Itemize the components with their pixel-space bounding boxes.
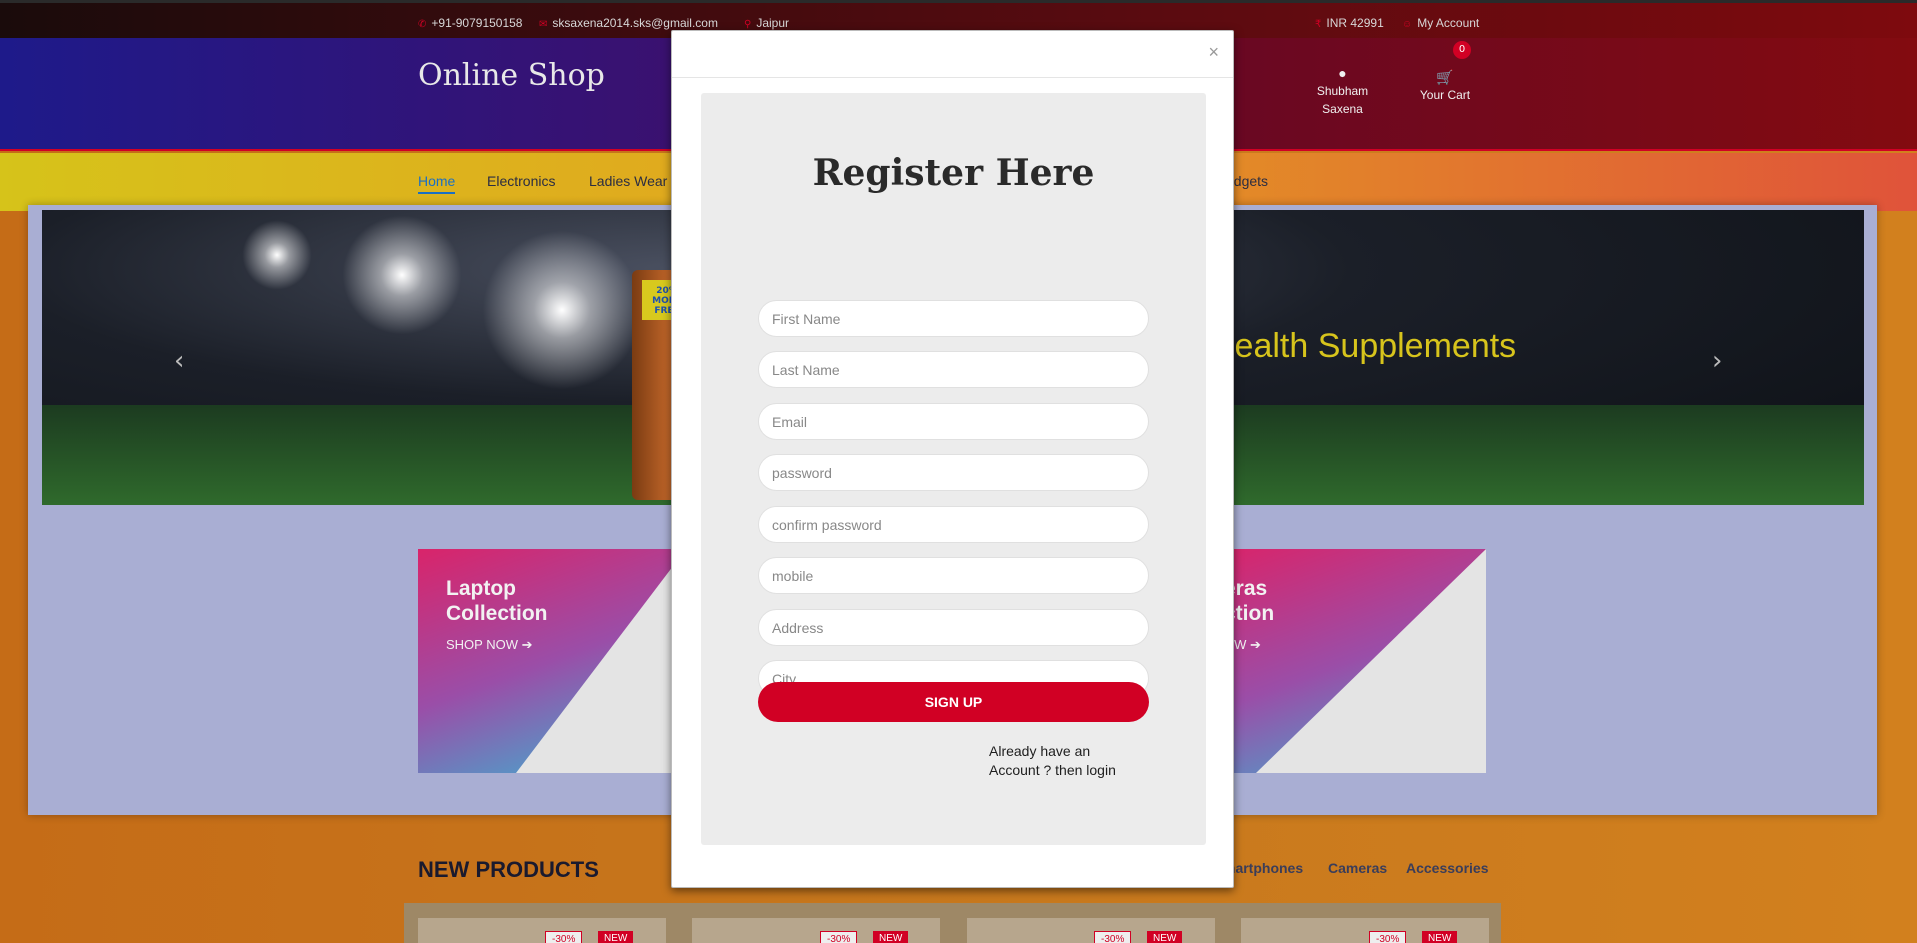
register-form: Register Here SIGN UP Already have an Ac… [701, 93, 1206, 845]
first-name-field[interactable] [758, 300, 1149, 337]
password-field[interactable] [758, 454, 1149, 491]
email-field[interactable] [758, 403, 1149, 440]
confirm-password-field[interactable] [758, 506, 1149, 543]
mobile-field[interactable] [758, 557, 1149, 594]
login-link[interactable]: Already have an Account ? then login [989, 742, 1139, 780]
last-name-field[interactable] [758, 351, 1149, 388]
modal-overlay: × Register Here SIGN UP Already have an … [0, 0, 1917, 943]
form-title: Register Here [812, 152, 1095, 194]
sign-up-button[interactable]: SIGN UP [758, 682, 1149, 722]
address-field[interactable] [758, 609, 1149, 646]
close-button[interactable]: × [1208, 42, 1219, 63]
register-modal: × Register Here SIGN UP Already have an … [671, 30, 1234, 888]
modal-header: × [672, 31, 1233, 78]
